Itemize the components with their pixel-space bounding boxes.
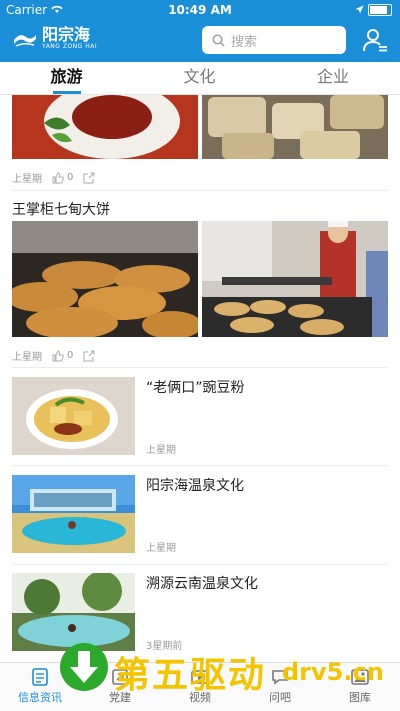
app-logo: 阳宗海 YANG ZONG HAI bbox=[12, 27, 97, 50]
watermark-text: 第五驱动 bbox=[114, 655, 267, 696]
divider bbox=[12, 190, 388, 191]
like-count: 0 bbox=[67, 350, 74, 361]
status-time: 10:49 AM bbox=[168, 3, 232, 17]
news-meta: 上星期 0 bbox=[12, 170, 95, 185]
news-title[interactable]: 王掌柜七甸大饼 bbox=[12, 199, 110, 219]
share-icon[interactable] bbox=[83, 350, 95, 362]
news-date: 上星期 bbox=[146, 543, 176, 554]
share-icon[interactable] bbox=[83, 172, 95, 184]
news-title[interactable]: 阳宗海温泉文化 bbox=[146, 475, 244, 495]
news-title[interactable]: “老俩口”豌豆粉 bbox=[146, 377, 245, 397]
news-meta: 上星期 bbox=[146, 441, 186, 456]
status-bar: Carrier 10:49 AM bbox=[0, 0, 400, 20]
news-title[interactable]: 溯源云南温泉文化 bbox=[146, 573, 258, 593]
watermark: 第五驱动 drv5.cn bbox=[60, 640, 400, 700]
divider bbox=[12, 367, 388, 368]
watermark-url: drv5.cn bbox=[282, 658, 384, 686]
news-icon bbox=[32, 668, 48, 686]
news-meta: 上星期 bbox=[146, 539, 186, 554]
category-tabs: 旅游 文化 企业 bbox=[0, 62, 400, 95]
logo-name: 阳宗海 bbox=[42, 25, 91, 44]
battery-icon bbox=[368, 4, 392, 16]
logo-wave-icon bbox=[14, 34, 36, 47]
divider bbox=[12, 564, 388, 565]
search-placeholder: 搜索 bbox=[231, 34, 258, 50]
news-meta: 上星期 0 bbox=[12, 348, 95, 363]
tabbar-label: 信息资讯 bbox=[18, 691, 62, 704]
news-image-pea-flour[interactable] bbox=[12, 377, 135, 455]
news-image-food-dish[interactable] bbox=[12, 95, 198, 159]
search-icon bbox=[212, 33, 225, 46]
tab-enterprise[interactable]: 企业 bbox=[266, 62, 400, 94]
news-image-tofu[interactable] bbox=[202, 95, 388, 159]
app-header: 阳宗海 YANG ZONG HAI 搜索 bbox=[0, 20, 400, 62]
news-date: 上星期 bbox=[12, 352, 42, 363]
thumb-up-icon[interactable] bbox=[52, 172, 64, 184]
location-icon bbox=[355, 3, 364, 17]
user-profile-icon[interactable] bbox=[362, 27, 388, 53]
news-date: 上星期 bbox=[146, 445, 176, 456]
news-date: 上星期 bbox=[12, 174, 42, 185]
thumb-up-icon[interactable] bbox=[52, 350, 64, 362]
like-count: 0 bbox=[67, 172, 74, 183]
news-feed[interactable]: 上星期 0 王掌柜七甸大饼 上星期 0 “老俩口”豌豆粉 上星期 阳宗海温泉文化… bbox=[0, 95, 400, 662]
divider bbox=[12, 465, 388, 466]
tab-culture[interactable]: 文化 bbox=[133, 62, 266, 94]
tab-tourism[interactable]: 旅游 bbox=[0, 62, 133, 94]
search-input[interactable]: 搜索 bbox=[202, 26, 346, 54]
download-arrow-icon bbox=[60, 643, 108, 691]
news-image-hot-spring-resort[interactable] bbox=[12, 475, 135, 553]
logo-subtitle: YANG ZONG HAI bbox=[42, 43, 98, 50]
news-image-pancakes-tray[interactable] bbox=[12, 221, 198, 337]
news-image-bakers[interactable] bbox=[202, 221, 388, 337]
